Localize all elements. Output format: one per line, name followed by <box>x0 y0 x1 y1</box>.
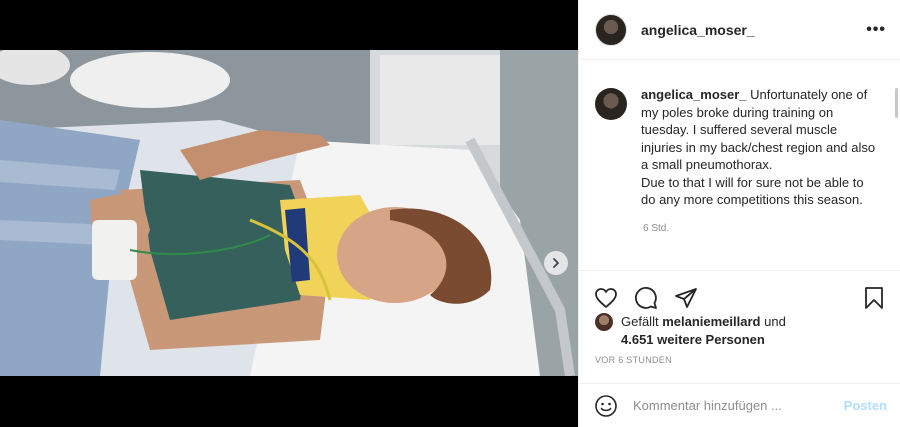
heart-icon <box>595 287 617 308</box>
save-button[interactable] <box>861 285 887 311</box>
comment-icon <box>635 286 657 309</box>
bookmark-icon <box>865 286 883 309</box>
liker-username-link[interactable]: melaniemeillard <box>662 313 760 331</box>
post-header: angelica_moser_ ••• <box>579 0 900 60</box>
caption: angelica_moser_ Unfortunately one of my … <box>641 86 881 209</box>
chevron-right-icon <box>553 258 559 268</box>
likes-prefix: Gefällt <box>621 314 659 329</box>
share-button[interactable] <box>673 285 699 311</box>
caption-avatar[interactable] <box>595 88 627 120</box>
emoji-button[interactable] <box>593 393 619 419</box>
emoji-icon <box>595 394 617 417</box>
header-username-link[interactable]: angelica_moser_ <box>641 22 755 38</box>
post-media[interactable] <box>0 50 578 376</box>
likes-count-link[interactable]: 4.651 weitere Personen <box>621 332 765 347</box>
post-side-panel: angelica_moser_ ••• angelica_moser_ Unfo… <box>578 0 900 427</box>
caption-row: angelica_moser_ Unfortunately one of my … <box>595 86 885 209</box>
caption-text: Unfortunately one of my poles broke duri… <box>641 87 876 207</box>
comment-button[interactable] <box>633 285 659 311</box>
like-button[interactable] <box>593 285 619 311</box>
more-options-icon[interactable]: ••• <box>866 21 886 39</box>
action-bar <box>579 270 900 314</box>
post-timestamp[interactable]: VOR 6 STUNDEN <box>595 355 672 365</box>
post-photo <box>0 50 578 376</box>
instagram-post-view: angelica_moser_ ••• angelica_moser_ Unfo… <box>0 0 900 427</box>
avatar[interactable] <box>595 13 627 46</box>
likes-and: und <box>764 314 786 329</box>
caption-timestamp[interactable]: 6 Std. <box>643 223 885 234</box>
comment-input[interactable] <box>633 398 833 413</box>
comments-scrollbar[interactable] <box>895 88 898 118</box>
liker-avatar[interactable] <box>595 313 613 331</box>
comment-composer: Posten <box>579 383 900 427</box>
caption-username-link[interactable]: angelica_moser_ <box>641 87 747 102</box>
likes-summary: Gefällt melaniemeillard und 4.651 weiter… <box>595 313 891 349</box>
share-icon <box>675 287 697 308</box>
carousel-next-button[interactable] <box>544 251 568 275</box>
post-comment-button[interactable]: Posten <box>844 398 887 413</box>
comments-section[interactable]: angelica_moser_ Unfortunately one of my … <box>579 70 900 270</box>
